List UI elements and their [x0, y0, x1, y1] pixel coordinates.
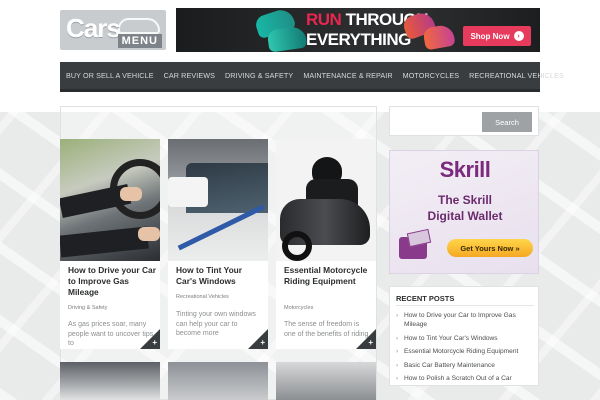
nav-item-buy-sell[interactable]: Buy or Sell a Vehicle: [66, 71, 154, 80]
hand-shape: [138, 227, 160, 241]
post-thumbnail[interactable]: [168, 139, 268, 261]
hand-shape: [120, 187, 142, 201]
plus-icon[interactable]: +: [260, 338, 265, 347]
post-thumbnail[interactable]: [276, 362, 376, 400]
post-category[interactable]: Driving & Safety: [68, 305, 107, 311]
skrill-logo: Skrill: [439, 157, 491, 182]
skrill-ad-banner[interactable]: Skrill The Skrill Digital Wallet Get You…: [389, 150, 539, 274]
post-thumbnail[interactable]: [168, 362, 268, 400]
read-more-corner[interactable]: [248, 329, 268, 349]
post-card[interactable]: Essential Motorcycle Riding Equipment Mo…: [276, 139, 376, 349]
arrow-right-icon: ›: [513, 31, 524, 41]
chevron-right-icon: ›: [396, 375, 399, 383]
plus-icon[interactable]: +: [368, 338, 373, 347]
post-category[interactable]: Motorcycles: [284, 305, 313, 311]
logo-word-cars: Cars: [66, 13, 121, 43]
chevron-right-icon: ›: [396, 348, 399, 356]
post-thumbnail[interactable]: [60, 362, 160, 400]
chevron-right-icon: ›: [396, 334, 399, 342]
chevron-right-icon: ›: [396, 312, 399, 319]
read-more-corner[interactable]: [356, 329, 376, 349]
search-button[interactable]: Search: [482, 112, 532, 132]
recent-post-link[interactable]: › How to Tint Your Car's Windows: [396, 334, 536, 343]
recent-posts-heading: RECENT POSTS: [396, 294, 455, 303]
post-card[interactable]: How to Drive your Car to Improve Gas Mil…: [60, 139, 160, 349]
nav-item-motorcycles[interactable]: Motorcycles: [403, 71, 459, 80]
recent-posts-widget: RECENT POSTS › How to Drive your Car to I…: [389, 286, 539, 386]
post-title[interactable]: How to Drive your Car to Improve Gas Mil…: [68, 265, 156, 298]
hand-shape: [60, 226, 149, 258]
sneaker-image: [422, 23, 456, 51]
post-category[interactable]: Recreational Vehicles: [176, 294, 229, 300]
car-icon: [118, 18, 160, 34]
plus-icon[interactable]: +: [152, 338, 157, 347]
search-input[interactable]: [396, 112, 480, 132]
post-thumbnail[interactable]: [276, 139, 376, 261]
search-widget: Search: [389, 106, 539, 136]
card-icon: [406, 228, 432, 248]
person-arm-shape: [168, 177, 208, 207]
chevron-right-icon: ›: [396, 361, 399, 369]
main-nav: Buy or Sell a Vehicle Car Reviews Drivin…: [60, 62, 564, 92]
post-title[interactable]: Essential Motorcycle Riding Equipment: [284, 265, 372, 287]
recent-post-link[interactable]: › How to Polish a Scratch Out of a Car: [396, 374, 536, 383]
site-logo[interactable]: Cars MENU: [60, 10, 166, 50]
post-card[interactable]: How to Tint Your Car's Windows Recreatio…: [168, 139, 268, 349]
nav-item-car-reviews[interactable]: Car Reviews: [164, 71, 215, 80]
wheel-shape: [282, 231, 312, 261]
ad-headline-line2: Digital Wallet: [427, 209, 503, 223]
shop-now-label: Shop Now: [470, 31, 510, 41]
get-yours-now-button[interactable]: Get Yours Now »: [447, 239, 533, 257]
ad-headline-line1: The Skrill: [437, 193, 493, 207]
recent-posts-list: › How to Drive your Car to Improve Gas Mi…: [396, 311, 536, 388]
logo-word-menu: MENU: [117, 34, 162, 48]
nav-item-driving-safety[interactable]: Driving & Safety: [225, 71, 293, 80]
recent-post-link[interactable]: › Essential Motorcycle Riding Equipment: [396, 347, 536, 356]
header-ad-banner[interactable]: RUN THROUGH EVERYTHING Shop Now ›: [176, 8, 540, 52]
recent-post-link[interactable]: › How to Drive your Car to Improve Gas Mi…: [396, 311, 536, 329]
recent-post-link[interactable]: › Basic Car Battery Maintenance: [396, 361, 536, 370]
nav-item-recreational[interactable]: Recreational Vehicles: [469, 71, 564, 80]
shop-now-button[interactable]: Shop Now ›: [463, 26, 531, 46]
post-title[interactable]: How to Tint Your Car's Windows: [176, 265, 264, 287]
post-thumbnail[interactable]: [60, 139, 160, 261]
divider: [396, 305, 534, 306]
nav-item-maintenance[interactable]: Maintenance & Repair: [303, 71, 392, 80]
sneaker-image: [266, 25, 308, 52]
read-more-corner[interactable]: [140, 329, 160, 349]
